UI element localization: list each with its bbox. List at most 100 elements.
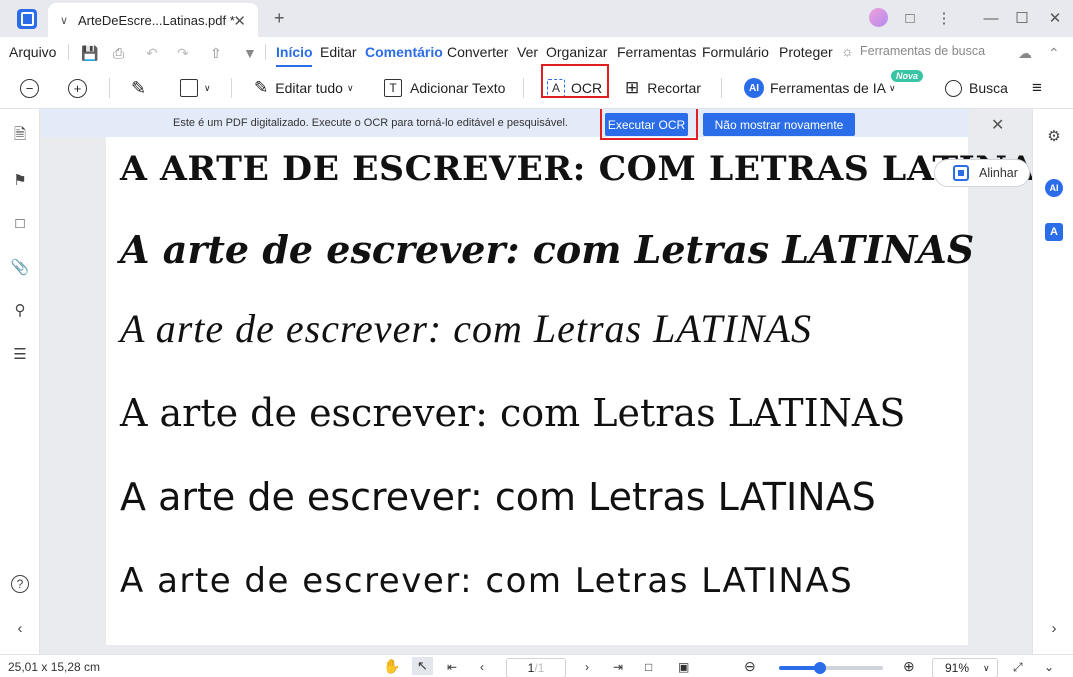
fit-page-icon[interactable]: ⤢	[1013, 660, 1023, 675]
select-tool-icon[interactable]: ↖	[412, 657, 433, 675]
menu-organize[interactable]: Organizar	[546, 44, 607, 60]
menu-convert[interactable]: Converter	[447, 44, 508, 60]
document-line: A arte de escrever: com Letras LATINAS	[120, 306, 812, 351]
print-icon[interactable]: ⎙	[113, 45, 124, 62]
dont-show-again-button[interactable]: Não mostrar novamente	[703, 113, 855, 136]
zoom-out-icon: −	[20, 78, 39, 98]
save-icon[interactable]: 💾	[81, 45, 98, 62]
collapse-left-icon[interactable]: ‹	[11, 619, 29, 637]
scroll-options-icon[interactable]: ⌄	[1044, 660, 1054, 674]
search-tools-label[interactable]: Ferramentas de busca	[860, 44, 985, 58]
add-text-label: Adicionar Texto	[410, 80, 506, 96]
app-logo-icon	[17, 9, 37, 29]
nova-badge: Nova	[891, 70, 924, 82]
new-tab-icon[interactable]: +	[274, 8, 285, 29]
tab-chevron-icon[interactable]: ∨	[60, 14, 78, 27]
status-zoom-in-icon[interactable]: ⊕	[903, 658, 915, 675]
prev-page-icon[interactable]: ‹	[480, 660, 484, 674]
minimize-icon[interactable]: —	[981, 7, 1001, 29]
menu-tools[interactable]: Ferramentas	[617, 44, 696, 60]
page-number-field[interactable]: 1 /1	[506, 658, 566, 677]
quick-access-dropdown-icon[interactable]: ▼	[243, 45, 257, 61]
attachment-icon[interactable]: 📎	[11, 258, 30, 276]
divider	[265, 44, 266, 60]
layers-icon[interactable]: ☰	[11, 345, 29, 363]
edit-all-label: Editar tudo	[275, 80, 343, 96]
status-zoom-out-icon[interactable]: ⊖	[744, 658, 756, 675]
title-bar: ∨ ArteDeEscre...Latinas.pdf * ✕ + □ ⋮ — …	[0, 0, 1073, 37]
menu-comment[interactable]: Comentário	[365, 44, 443, 60]
help-icon[interactable]: ?	[11, 575, 29, 593]
undo-icon[interactable]: ↶	[146, 45, 158, 62]
menu-view[interactable]: Ver	[517, 44, 538, 60]
active-tab-underline	[276, 65, 312, 67]
collapse-right-icon[interactable]: ›	[1045, 619, 1063, 637]
zoom-level-field[interactable]: 91% ∨	[932, 658, 998, 677]
zoom-out-button[interactable]: −	[20, 77, 39, 99]
highlighter-icon: ✎	[131, 77, 147, 98]
edit-all-button[interactable]: ✎ Editar tudo ∨	[254, 77, 354, 99]
status-bar: 25,01 x 15,28 cm ✋ ↖ ⇤ ‹ 1 /1 › ⇥ □ ▣ ⊖ …	[0, 654, 1073, 677]
document-tab[interactable]: ∨ ArteDeEscre...Latinas.pdf * ✕	[48, 3, 258, 37]
more-options-icon[interactable]: ⋮	[934, 7, 954, 29]
search-button[interactable]: Busca	[945, 77, 1008, 99]
crop-button[interactable]: ⊞ Recortar	[625, 77, 701, 99]
ai-assistant-icon[interactable]: AI	[1045, 179, 1063, 197]
document-line: A arte de escrever: com Letras LATINAS	[120, 475, 876, 519]
search-icon	[945, 79, 962, 97]
align-label: Alinhar	[979, 166, 1018, 180]
menu-lines-icon: ≡	[1032, 78, 1042, 97]
divider	[231, 78, 232, 98]
properties-sliders-icon[interactable]: ⚙	[1045, 127, 1063, 145]
menu-file[interactable]: Arquivo	[9, 44, 56, 60]
maximize-icon[interactable]: ☐	[1012, 7, 1032, 29]
menu-protect[interactable]: Proteger	[779, 44, 833, 60]
ai-tools-button[interactable]: AI Ferramentas de IA ∨	[744, 77, 896, 99]
zoom-slider[interactable]	[779, 662, 883, 674]
notice-close-icon[interactable]: ✕	[991, 115, 1004, 135]
ai-icon: AI	[744, 78, 764, 98]
zoom-slider-knob[interactable]	[813, 662, 826, 674]
page-dimensions: 25,01 x 15,28 cm	[8, 660, 101, 674]
cloud-upload-icon[interactable]: ☁	[1018, 45, 1032, 62]
total-pages: /1	[534, 661, 545, 675]
tab-close-icon[interactable]: ✕	[233, 12, 246, 30]
zoom-level: 91%	[945, 661, 970, 675]
search-icon[interactable]: ⚲	[11, 301, 29, 319]
ai-tools-label: Ferramentas de IA	[770, 80, 886, 96]
tab-title: ArteDeEscre...Latinas.pdf *	[78, 12, 235, 28]
lightbulb-icon: ☼	[841, 43, 854, 59]
divider	[68, 44, 69, 60]
avatar[interactable]	[869, 8, 888, 27]
divider	[523, 78, 524, 98]
page-thumbnail-icon[interactable]: 🗎	[11, 126, 29, 145]
zoom-in-button[interactable]: +	[68, 77, 87, 99]
next-page-icon[interactable]: ›	[585, 660, 589, 674]
translate-icon[interactable]: A	[1045, 223, 1063, 241]
add-text-button[interactable]: T Adicionar Texto	[384, 77, 505, 99]
bookmark-icon[interactable]: ⚑	[11, 171, 29, 189]
collapse-ribbon-icon[interactable]: ⌃	[1048, 45, 1060, 62]
menu-home[interactable]: Início	[276, 44, 313, 60]
document-area: A ARTE DE ESCREVER: COM LETRAS LATINAS A…	[41, 109, 1032, 654]
last-page-icon[interactable]: ⇥	[613, 660, 623, 674]
hand-tool-icon[interactable]: ✋	[383, 658, 400, 675]
feedback-icon[interactable]: □	[900, 7, 920, 29]
highlight-button[interactable]: ✎	[131, 77, 146, 99]
two-page-view-icon[interactable]: ▣	[678, 660, 689, 674]
align-button[interactable]: Alinhar	[934, 159, 1030, 187]
redo-icon[interactable]: ↷	[177, 45, 189, 62]
right-sidebar: ⚙ AI A ›	[1032, 109, 1073, 654]
search-label: Busca	[969, 80, 1008, 96]
chevron-down-icon: ∨	[204, 82, 211, 93]
first-page-icon[interactable]: ⇤	[447, 660, 457, 674]
rectangle-icon	[180, 79, 198, 97]
more-tools-button[interactable]: ≡	[1032, 77, 1042, 99]
close-window-icon[interactable]: ✕	[1045, 7, 1065, 29]
single-page-view-icon[interactable]: □	[645, 660, 652, 674]
shape-button[interactable]: ∨	[180, 77, 211, 99]
menu-form[interactable]: Formulário	[702, 44, 769, 60]
share-icon[interactable]: ⇧	[210, 45, 222, 62]
menu-edit[interactable]: Editar	[320, 44, 357, 60]
comment-icon[interactable]: □	[11, 214, 29, 232]
